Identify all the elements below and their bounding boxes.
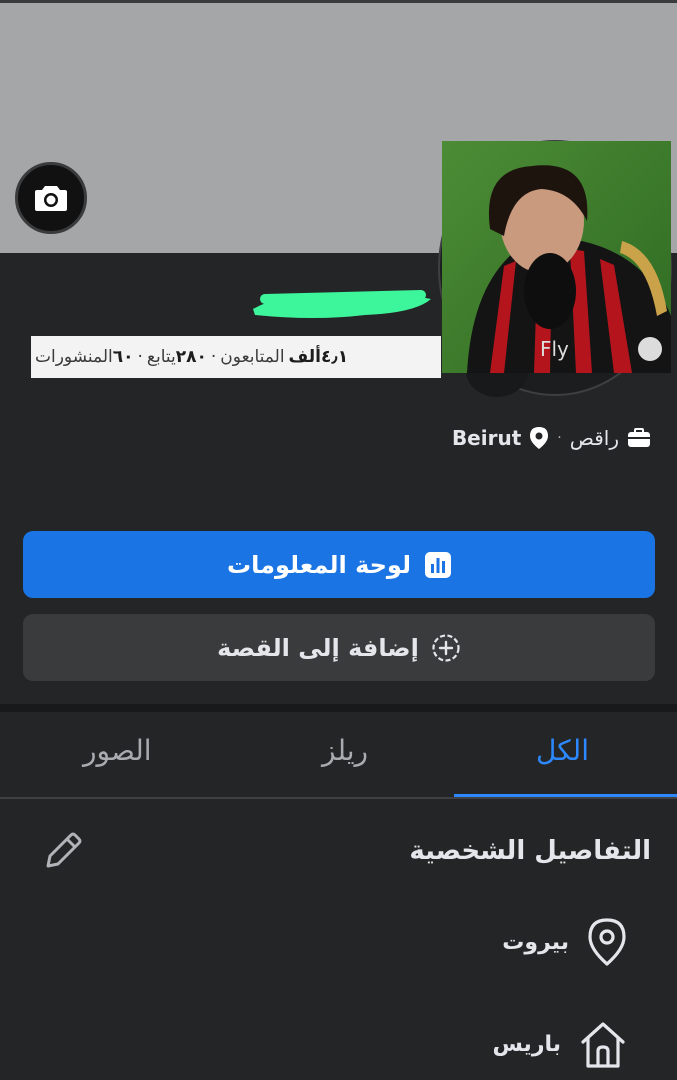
tab-reels[interactable]: ريلز <box>322 734 368 767</box>
chart-icon <box>425 551 451 578</box>
profile-stats: ٤٫١ ألف المتابعون · ٢٨٠ يتابع · ٦٠ المنش… <box>31 336 441 378</box>
personal-details-heading: التفاصيل الشخصية <box>409 836 651 866</box>
camera-icon <box>35 186 67 211</box>
tabs-divider <box>0 797 677 799</box>
professional-dashboard-button[interactable]: لوحة المعلومات <box>23 531 655 598</box>
section-separator <box>0 704 677 712</box>
hometown-row: باريس <box>492 1018 627 1070</box>
following-count: ٢٨٠ <box>175 347 207 367</box>
briefcase-icon <box>628 428 650 447</box>
tab-all[interactable]: الكل <box>536 734 589 767</box>
add-to-story-button[interactable]: إضافة إلى القصة <box>23 614 655 681</box>
stats-separator: · <box>137 347 143 367</box>
followers-unit: ألف <box>288 347 322 367</box>
following-label[interactable]: يتابع <box>147 347 176 367</box>
profile-tabs: الكل ريلز الصور <box>0 712 677 798</box>
posts-label: المنشورات <box>35 347 113 367</box>
followers-label[interactable]: المتابعون <box>220 347 284 367</box>
dashboard-label: لوحة المعلومات <box>227 550 411 579</box>
location-pin-icon <box>530 427 549 449</box>
tab-photos[interactable]: الصور <box>83 734 152 767</box>
intro-separator: · <box>557 430 562 446</box>
stats-separator: · <box>210 347 217 367</box>
profile-picture[interactable]: Fly <box>442 141 671 373</box>
job-title: راقص <box>569 426 619 450</box>
map-pin-icon <box>588 918 626 966</box>
edit-pencil-icon[interactable] <box>40 828 86 874</box>
svg-text:Fly: Fly <box>540 337 569 361</box>
current-city-row: بيروت <box>502 917 627 967</box>
cover-camera-button[interactable] <box>15 162 87 234</box>
name-redaction-scribble <box>253 290 431 318</box>
profile-intro-row: راقص · Beirut <box>452 426 651 450</box>
current-city-text: بيروت <box>502 929 569 955</box>
add-circle-icon <box>432 633 460 662</box>
add-story-label: إضافة إلى القصة <box>217 633 419 662</box>
home-icon <box>581 1022 625 1068</box>
posts-count: ٦٠ <box>112 347 134 367</box>
hometown-text: باريس <box>492 1031 561 1057</box>
followers-count: ٤٫١ <box>321 347 349 367</box>
profile-photo-illustration: Fly <box>442 141 671 373</box>
location-text: Beirut <box>451 426 522 450</box>
